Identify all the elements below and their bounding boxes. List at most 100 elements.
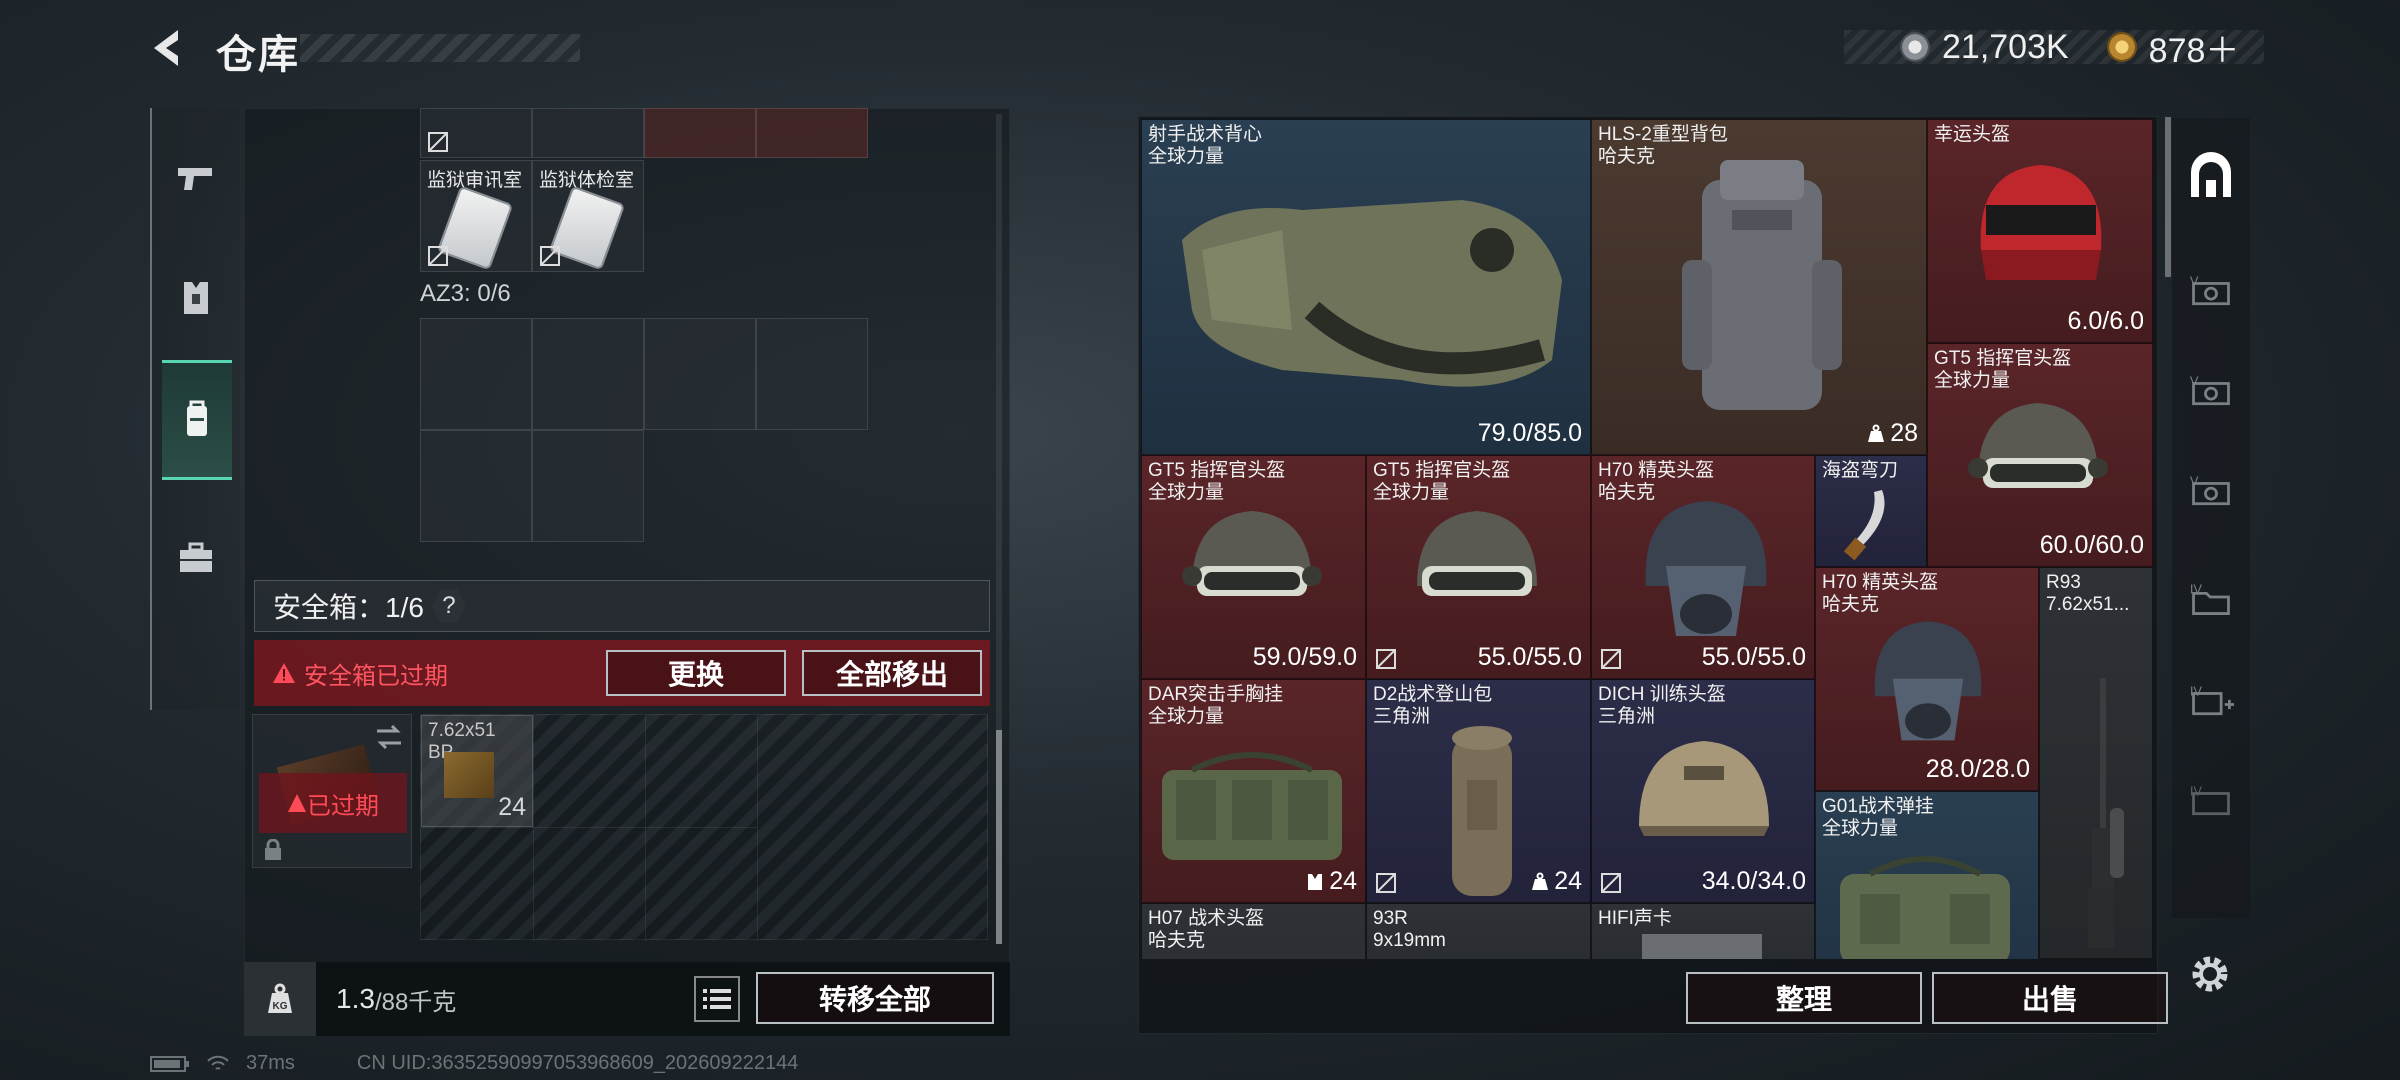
durability: 6.0/6.0 [2067,307,2144,335]
remove-all-button[interactable]: 全部移出 [802,650,982,696]
tab-case[interactable] [152,498,240,618]
key-card-slot[interactable] [756,108,868,158]
key-card-medical[interactable]: 监狱体检室 [532,160,644,272]
stash-item-hifi-card[interactable]: HIFI声卡 [1591,903,1815,959]
safe-box-grid: 7.62x51 BP 24 [420,714,988,941]
stash-page-4-add[interactable]: IV [2180,668,2242,730]
weight-current: 1.3 [336,983,375,1014]
stash-item-g01-rig[interactable]: G01战术弹挂 全球力量 [1815,791,2039,959]
backpack-image [1682,160,1842,410]
durability: 79.0/85.0 [1477,419,1582,447]
tab-weapons[interactable] [152,118,240,238]
no-insure-icon [1601,873,1621,893]
item-name: 射手战术背心 [1148,124,1263,145]
stash-add-icon: IV [2190,683,2234,716]
stash-item-dar-chest-rig[interactable]: DAR突击手胸挂 全球力量 24 [1141,679,1366,903]
stash-item-h70-helmet[interactable]: H70 精英头盔 哈夫克 28.0/28.0 [1815,567,2039,791]
item-name: R93 [2046,572,2081,593]
capacity-value: 24 [1554,867,1582,895]
help-icon[interactable]: ? [431,589,466,623]
sort-button[interactable]: 整理 [1686,972,1922,1024]
gold-coin-icon [2106,32,2137,62]
capacity: 24 [1305,867,1357,896]
item-brand: 三角洲 [1598,706,1656,727]
rifle-image [2088,678,2124,948]
safe-case-slot[interactable]: 已过期 [252,714,412,868]
stash-scrollbar[interactable] [2165,117,2171,277]
stash-item-d2-backpack[interactable]: D2战术登山包 三角洲 24 [1366,679,1591,903]
warning-icon [288,794,306,812]
helmet-image [1980,165,2102,280]
lock-icon [265,839,281,860]
grid-line [533,715,534,941]
stash-page-icon: IV [2190,783,2230,816]
list-icon [703,989,731,1009]
tab-backpack[interactable] [162,360,232,480]
capacity: 24 [1530,867,1582,896]
stash-item-r93-rifle[interactable]: R93 7.62x51... [2039,567,2153,959]
stash-item-backpack[interactable]: HLS-2重型背包 哈夫克 28 [1591,119,1927,455]
grid-line [757,715,758,941]
item-name: HIFI声卡 [1598,908,1672,929]
wifi-icon [207,1055,229,1070]
stash-item-pirate-cutlass[interactable]: 海盗弯刀 [1815,455,1927,567]
stash-page-rail: V V V IV IV IV [2172,118,2250,918]
item-name: DICH 训练头盔 [1598,684,1726,705]
helmet-image [1968,403,2108,488]
user-uid: CN UID:3635259099705396860​9_20260922214… [356,1052,799,1074]
no-insure-icon [428,132,448,152]
warning-icon [273,663,295,683]
vest-icon [184,282,208,314]
stash-item-93r-pistol[interactable]: 93R 9x19mm [1366,903,1591,959]
stash-item-vest[interactable]: 射手战术背心 全球力量 79.0/85.0 [1141,119,1591,455]
stash-page-5c[interactable]: V [2180,458,2242,520]
stash-page-main[interactable] [2180,146,2242,208]
sell-button[interactable]: 出售 [1932,972,2168,1024]
svg-text:KG: KG [273,1001,288,1012]
stash-item-gt5-helmet[interactable]: GT5 指挥官头盔 全球力量 60.0/60.0 [1927,343,2153,567]
stash-panel: 射手战术背心 全球力量 79.0/85.0 HLS-2重型背包 哈夫克 28 幸… [1138,116,2171,1034]
key-card-slot[interactable] [420,108,532,158]
stash-page-5[interactable]: V [2180,258,2242,320]
empty-slot[interactable] [532,430,644,542]
no-insure-icon [428,246,448,266]
stash-item-h70-helmet[interactable]: H70 精英头盔 哈夫克 55.0/55.0 [1591,455,1815,679]
kg-weight-icon: KG [244,962,316,1036]
replace-button[interactable]: 更换 [606,650,786,696]
list-view-button[interactable] [694,976,740,1022]
stash-item-gt5-helmet[interactable]: GT5 指挥官头盔 全球力量 59.0/59.0 [1141,455,1366,679]
key-card-interrogation[interactable]: 监狱审讯室 [420,160,532,272]
stash-item-gt5-helmet[interactable]: GT5 指挥官头盔 全球力量 55.0/55.0 [1366,455,1591,679]
ping-value: 37ms [246,1052,295,1074]
expired-message: 安全箱已过期 [304,662,448,690]
gold-balance[interactable]: 878＋ [2149,23,2240,72]
stash-page-4[interactable]: IV [2180,566,2242,628]
safe-box-label: 安全箱：1/6 [273,592,424,623]
tab-armor[interactable] [152,238,240,358]
transfer-all-button[interactable]: 转移全部 [756,972,994,1024]
empty-slot[interactable] [420,430,532,542]
stash-page-icon: V [2190,373,2230,406]
back-arrow-icon[interactable] [148,26,192,70]
silver-balance: 21,703K [1942,27,2069,66]
gear-icon[interactable] [2186,950,2234,998]
stash-page-icon: V [2190,473,2230,506]
empty-slot[interactable] [420,318,532,430]
stash-page-5b[interactable]: V [2180,358,2242,420]
currency-bar: 21,703K 878＋ [1844,27,2264,70]
weight-icon [1868,424,1885,442]
rig-icon [1308,873,1323,890]
key-card-slot[interactable] [644,108,756,158]
scrollbar-thumb[interactable] [996,730,1002,944]
empty-slot[interactable] [644,318,756,430]
key-card-slot[interactable] [532,108,644,158]
item-name: 海盗弯刀 [1822,460,1899,481]
empty-slot[interactable] [756,318,868,430]
stash-page-4b[interactable]: IV [2180,768,2242,830]
stash-item-dich-helmet[interactable]: DICH 训练头盔 三角洲 34.0/34.0 [1591,679,1815,903]
ammo-item[interactable]: 7.62x51 BP 24 [421,715,533,827]
no-insure-icon [1376,649,1396,669]
empty-slot[interactable] [532,318,644,430]
stash-item-lucky-helmet[interactable]: 幸运头盔 6.0/6.0 [1927,119,2153,343]
stash-item-h07-helmet[interactable]: H07 战术头盔 哈夫克 [1141,903,1366,959]
